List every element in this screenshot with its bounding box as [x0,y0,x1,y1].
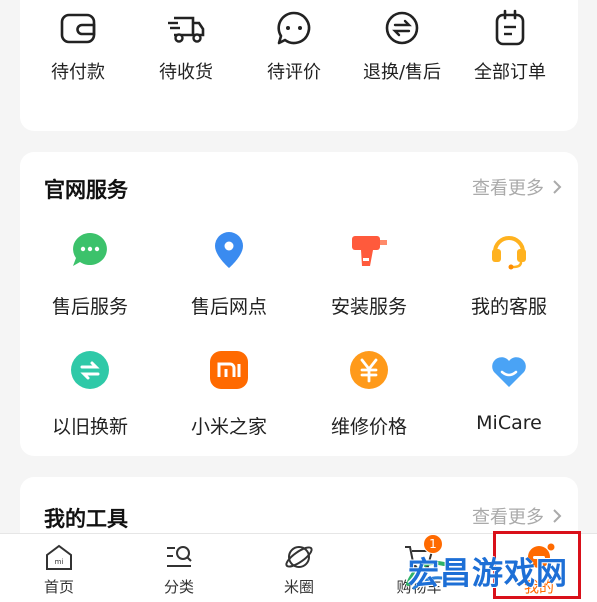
home-icon: mi [46,544,72,570]
svg-text:mi: mi [55,558,64,566]
order-label: 全部订单 [474,62,546,83]
order-pending-payment[interactable]: 待付款 [23,0,133,100]
service-customer-support[interactable]: 我的客服 [439,230,579,330]
official-services-card: 官网服务 查看更多 售后服务 售后网点 安装服务 我的客服 以旧换新 小米之家 … [20,152,578,456]
comment-icon [277,11,311,45]
service-label: 安装服务 [330,296,407,318]
trade-in-icon [71,351,109,389]
order-return-aftersale[interactable]: 退换/售后 [347,0,457,100]
tab-mi-circle[interactable]: 米圈 [259,534,339,602]
service-label: 售后网点 [190,296,267,318]
view-more-label: 查看更多 [472,178,544,199]
order-all[interactable]: 全部订单 [455,0,565,100]
service-outlets[interactable]: 售后网点 [159,230,299,330]
tab-label: 首页 [43,578,74,596]
order-list-icon [495,9,525,46]
service-label: 售后服务 [51,296,128,318]
view-more-label: 查看更多 [472,507,544,528]
order-label: 待评价 [267,62,321,83]
location-pin-icon [215,232,243,268]
exchange-icon [385,11,419,45]
section-title: 官网服务 [44,178,128,202]
view-more-link[interactable]: 查看更多 [472,174,562,200]
service-micare[interactable]: MiCare [439,350,579,450]
tab-home[interactable]: mi 首页 [19,534,99,602]
section-title: 我的工具 [44,507,128,531]
order-pending-delivery[interactable]: 待收货 [131,0,241,100]
order-label: 待付款 [51,62,105,83]
drill-icon [352,236,387,266]
watermark-text: 宏昌游戏网 [408,556,568,592]
yuan-icon [350,351,388,389]
tab-label: 米圈 [283,578,314,596]
delivery-truck-icon [168,16,205,43]
chevron-right-icon [553,180,562,194]
order-pending-review[interactable]: 待评价 [239,0,349,100]
tab-category[interactable]: 分类 [139,534,219,602]
service-label: 以旧换新 [51,416,128,438]
chat-bubble-icon [73,233,107,266]
tab-label: 分类 [163,578,194,596]
headset-icon [492,236,526,270]
planet-icon [285,546,313,568]
service-label: 我的客服 [470,296,547,318]
mi-logo-icon [210,351,248,389]
service-installation[interactable]: 安装服务 [299,230,439,330]
service-mi-home[interactable]: 小米之家 [159,350,299,450]
order-label: 待收货 [159,62,213,83]
service-trade-in[interactable]: 以旧换新 [20,350,160,450]
view-more-link[interactable]: 查看更多 [472,503,562,529]
service-label: MiCare [476,412,542,434]
order-label: 退换/售后 [362,62,442,83]
order-status-card: 待付款 待收货 待评价 退换/售后 全部订单 [20,0,578,131]
service-aftersale[interactable]: 售后服务 [20,230,160,330]
service-repair-price[interactable]: 维修价格 [299,350,439,450]
chevron-right-icon [553,509,562,523]
wallet-icon [60,13,96,44]
category-icon [167,546,192,567]
service-label: 维修价格 [330,416,407,438]
heart-icon [492,357,526,387]
service-label: 小米之家 [190,416,267,438]
